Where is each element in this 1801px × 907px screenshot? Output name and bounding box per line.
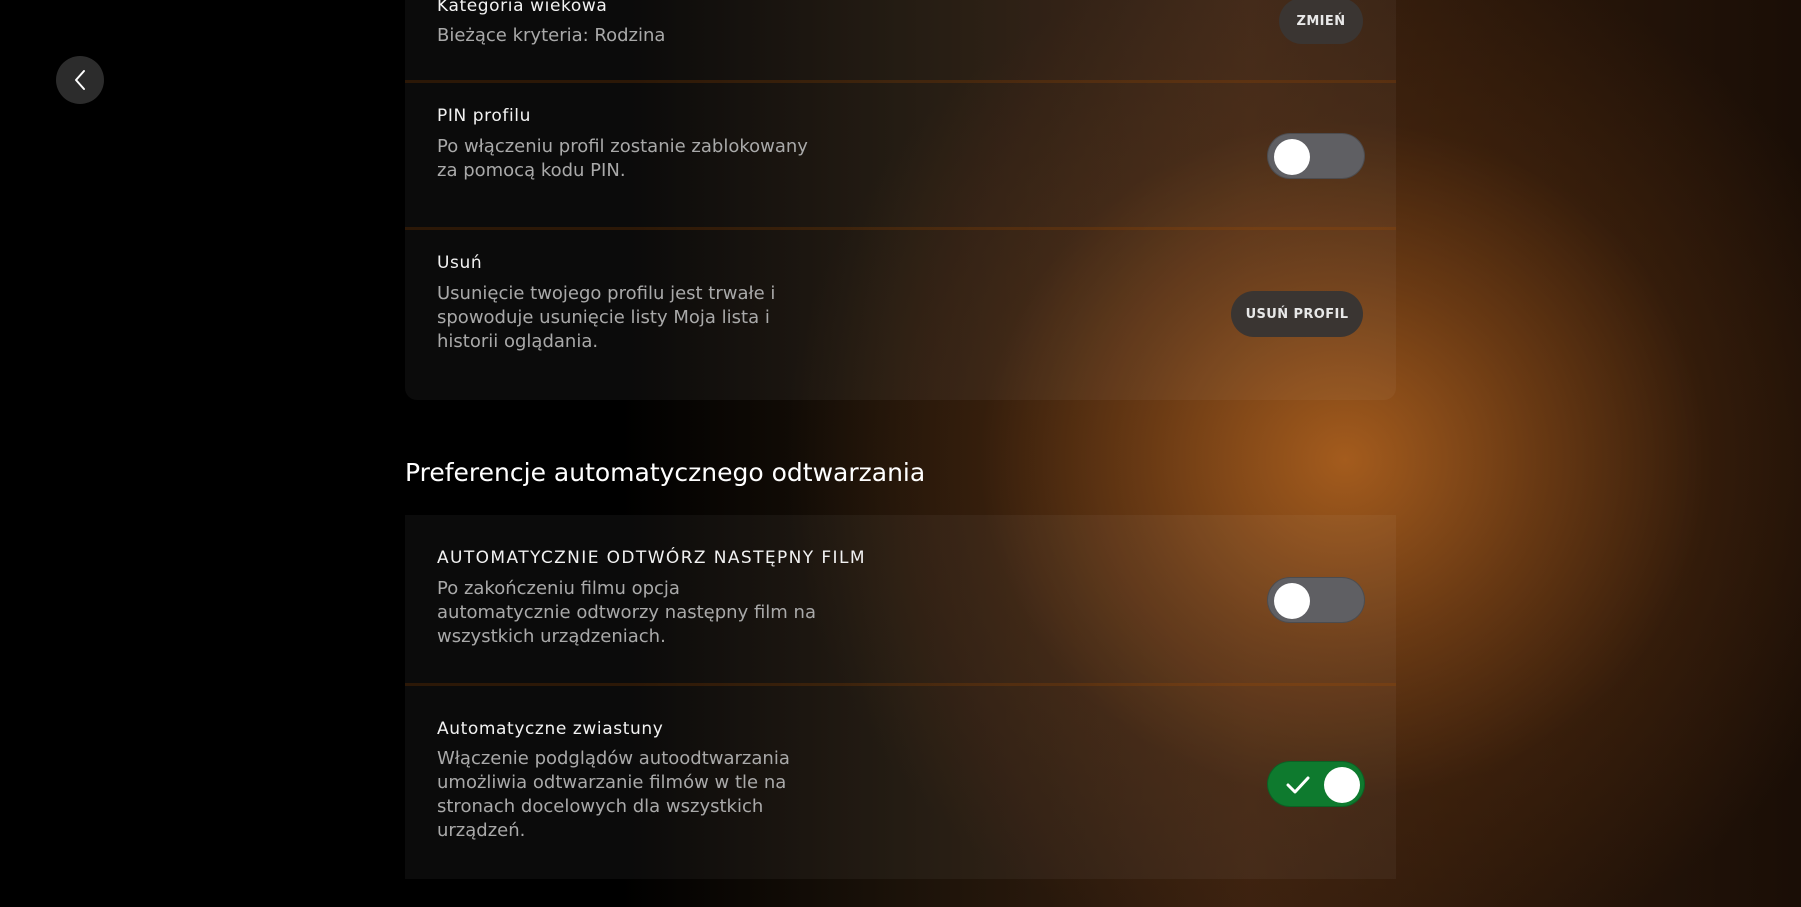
age-category-description: Bieżące kryteria: Rodzina bbox=[437, 25, 666, 46]
change-age-category-button[interactable]: ZMIEŃ bbox=[1279, 0, 1363, 44]
back-button[interactable] bbox=[56, 56, 104, 104]
delete-profile-button[interactable]: USUŃ PROFIL bbox=[1231, 291, 1363, 337]
autoplay-settings-group: AUTOMATYCZNIE ODTWÓRZ NASTĘPNY FILM Po z… bbox=[405, 515, 1396, 879]
checkmark-icon bbox=[1286, 776, 1310, 794]
profile-settings-group: Kategoria wiekowa Bieżące kryteria: Rodz… bbox=[405, 0, 1396, 400]
toggle-knob bbox=[1324, 767, 1360, 803]
age-category-row: Kategoria wiekowa Bieżące kryteria: Rodz… bbox=[405, 0, 1396, 80]
autoplay-next-movie-toggle[interactable] bbox=[1267, 577, 1365, 623]
delete-profile-title: Usuń bbox=[437, 253, 483, 273]
autoplay-trailers-row: Automatyczne zwiastuny Włączenie podgląd… bbox=[405, 686, 1396, 879]
delete-profile-row: Usuń Usunięcie twojego profilu jest trwa… bbox=[405, 230, 1396, 400]
autoplay-trailers-toggle[interactable] bbox=[1267, 761, 1365, 807]
autoplay-trailers-description: Włączenie podglądów autoodtwarzania umoż… bbox=[437, 748, 790, 841]
delete-profile-description: Usunięcie twojego profilu jest trwałe i … bbox=[437, 283, 776, 352]
profile-pin-row: PIN profilu Po włączeniu profil zostanie… bbox=[405, 83, 1396, 227]
toggle-knob bbox=[1274, 583, 1310, 619]
autoplay-trailers-title: Automatyczne zwiastuny bbox=[437, 719, 664, 739]
profile-pin-toggle[interactable] bbox=[1267, 133, 1365, 179]
autoplay-next-movie-description: Po zakończeniu filmu opcja automatycznie… bbox=[437, 578, 816, 647]
autoplay-heading: Preferencje automatycznego odtwarzania bbox=[405, 458, 926, 487]
settings-page: Kategoria wiekowa Bieżące kryteria: Rodz… bbox=[0, 0, 1801, 907]
toggle-knob bbox=[1274, 139, 1310, 175]
age-category-title: Kategoria wiekowa bbox=[437, 0, 608, 16]
profile-pin-title: PIN profilu bbox=[437, 106, 531, 126]
chevron-left-icon bbox=[75, 70, 85, 90]
profile-pin-description: Po włączeniu profil zostanie zablokowany… bbox=[437, 136, 808, 181]
autoplay-next-movie-row: AUTOMATYCZNIE ODTWÓRZ NASTĘPNY FILM Po z… bbox=[405, 515, 1396, 683]
autoplay-next-movie-title: AUTOMATYCZNIE ODTWÓRZ NASTĘPNY FILM bbox=[437, 548, 866, 568]
